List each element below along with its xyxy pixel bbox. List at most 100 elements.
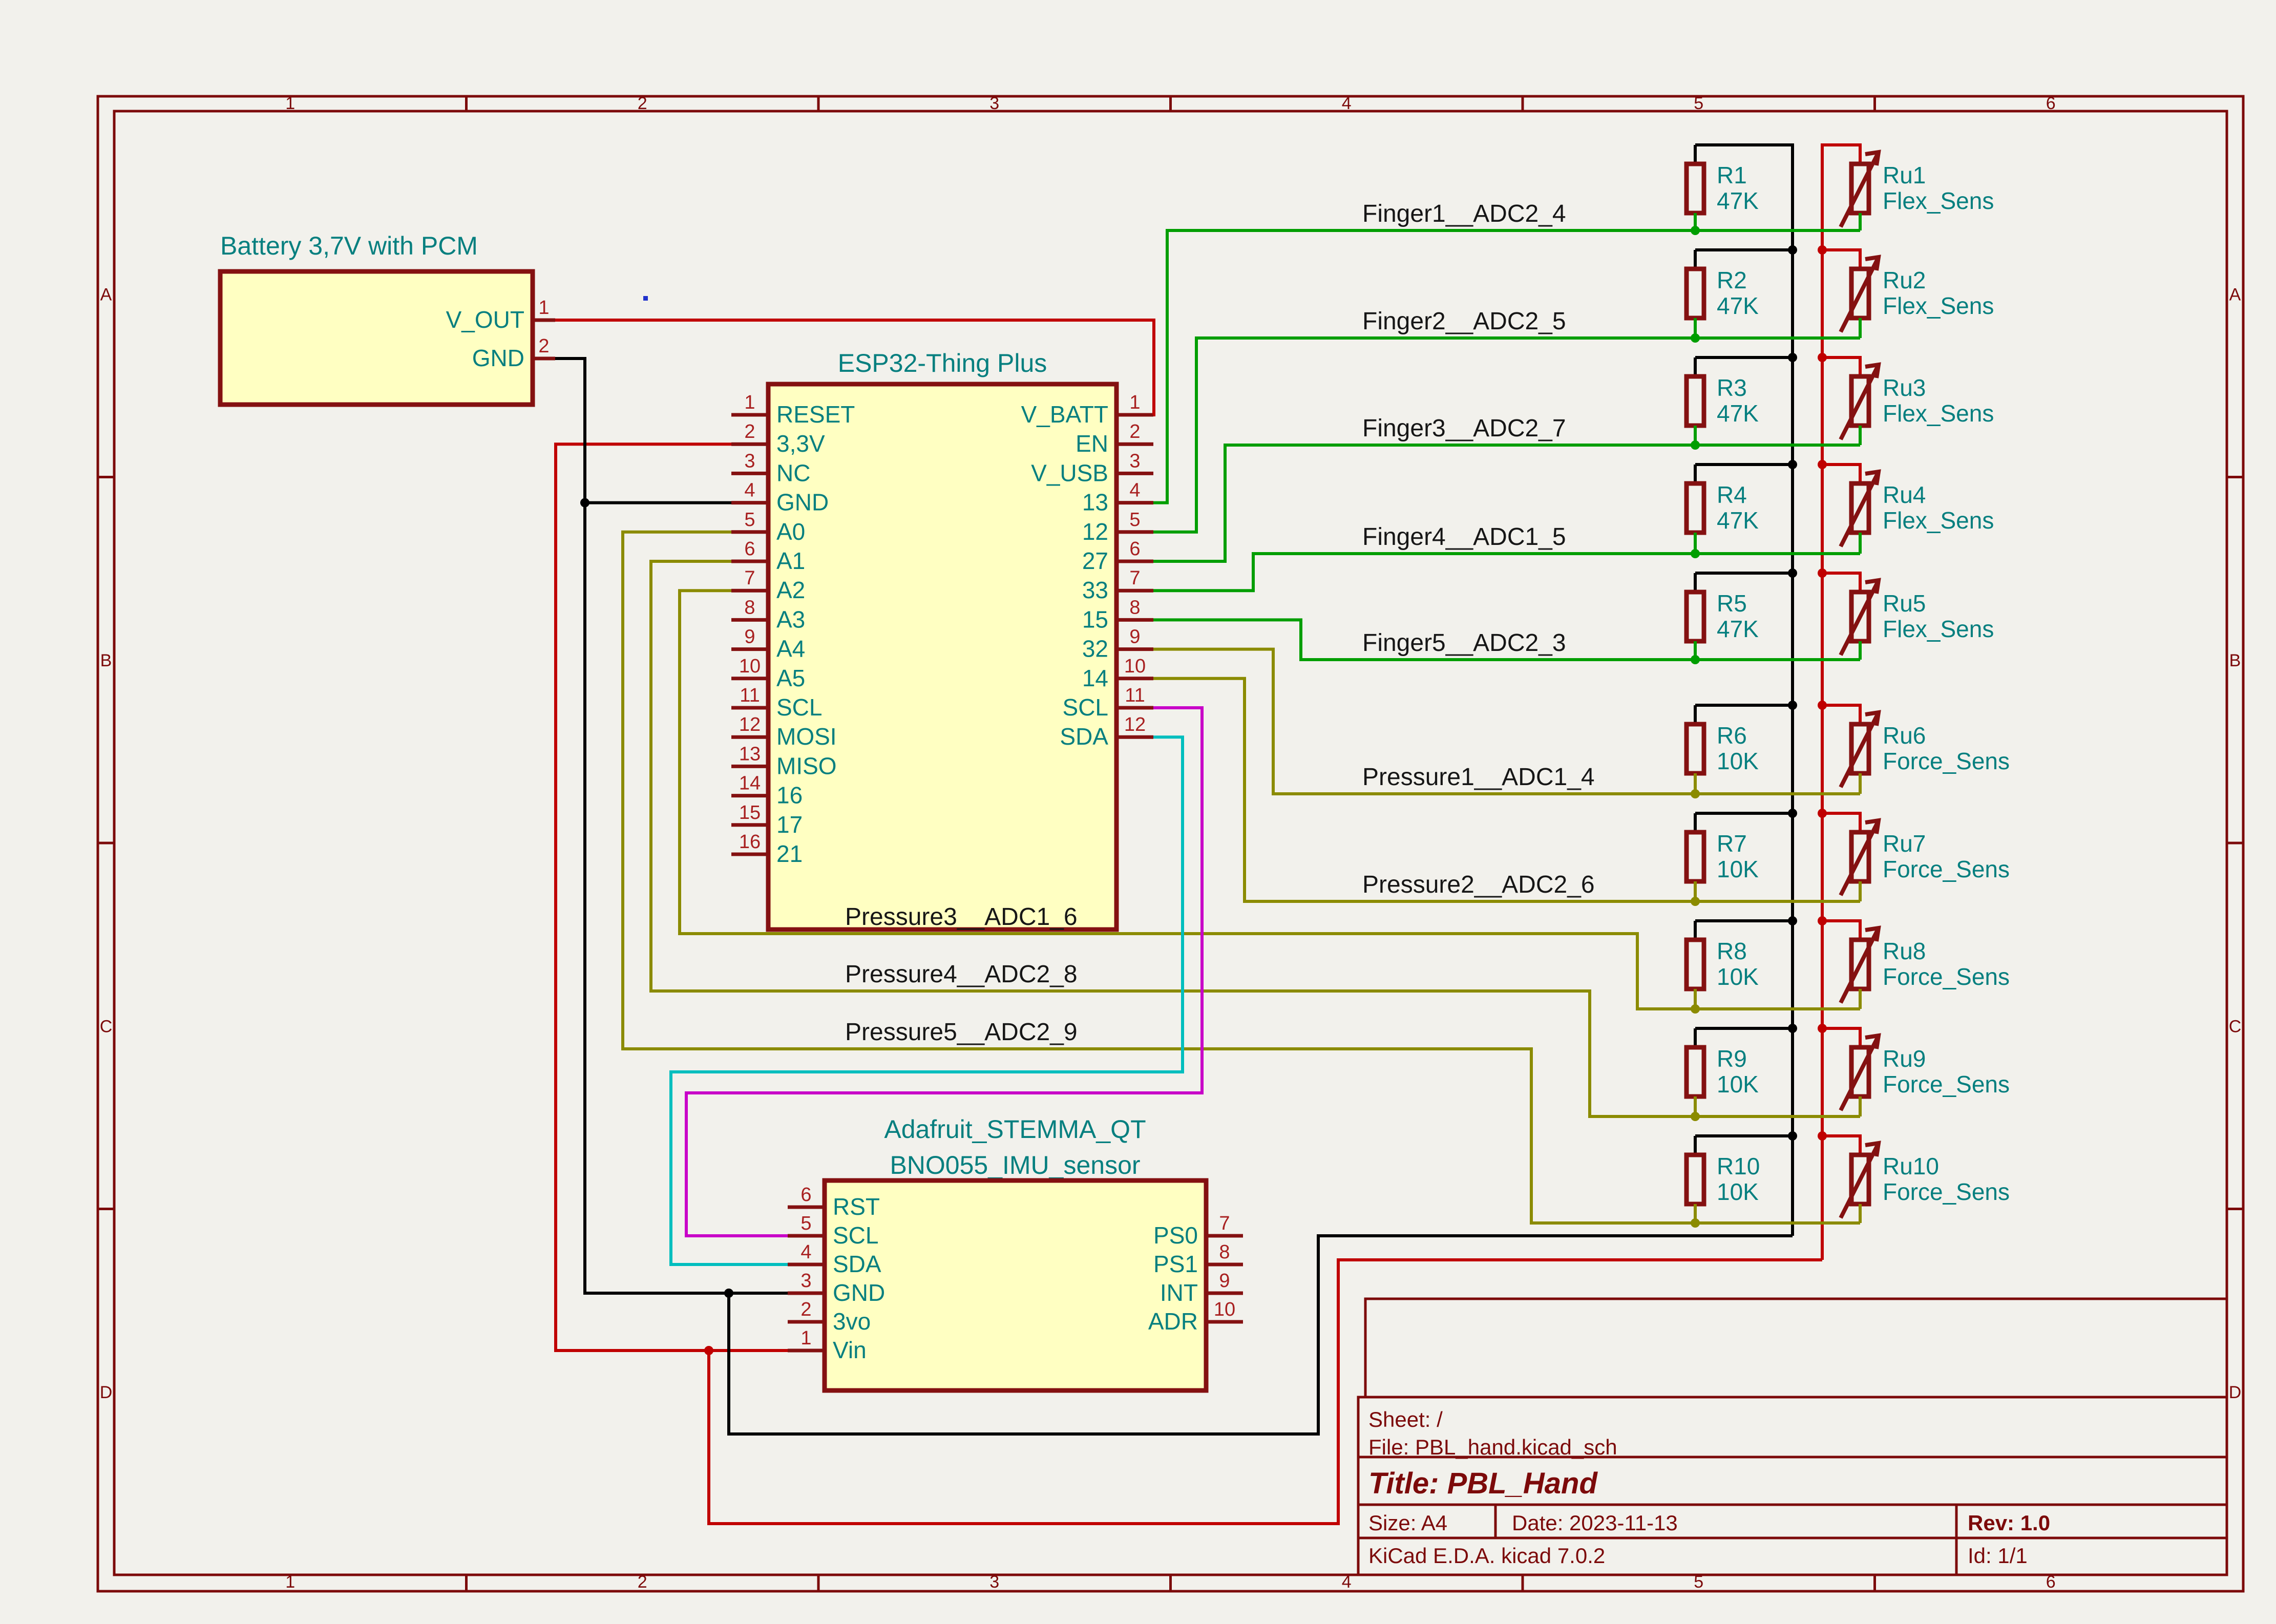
net-label-pressure4[interactable]: Pressure4__ADC2_8 xyxy=(845,961,1078,988)
junction-gnd-esp32 xyxy=(580,498,589,508)
wire-rutop-Ru6[interactable] xyxy=(1822,705,1860,724)
pin-number: 2 xyxy=(744,421,755,442)
component-battery[interactable]: Battery 3,7V with PCM1V_OUT2GND xyxy=(220,231,555,405)
pin-name: PS0 xyxy=(1153,1222,1198,1249)
wire-rutop-Ru10[interactable] xyxy=(1822,1136,1860,1155)
pin-name: 21 xyxy=(776,840,803,867)
pin-name: 14 xyxy=(1082,665,1108,691)
pin-name: 3,3V xyxy=(776,430,825,457)
net-label-pressure5[interactable]: Pressure5__ADC2_9 xyxy=(845,1019,1078,1046)
pin-number: 2 xyxy=(800,1299,811,1320)
sensor-ref: Ru4 xyxy=(1883,481,1926,508)
resistor-ref: R1 xyxy=(1717,162,1747,188)
resistor-body-R7[interactable] xyxy=(1687,832,1704,881)
component-esp32[interactable]: ESP32-Thing Plus1RESET23,3V3NC4GND5A06A1… xyxy=(731,349,1153,930)
wire-finger1-net[interactable] xyxy=(1153,230,1860,503)
net-label-finger2[interactable]: Finger2__ADC2_5 xyxy=(1362,308,1566,335)
ladder-row-R9[interactable]: R910KRu9Force_Sens xyxy=(1687,1024,2010,1121)
pin-name: 27 xyxy=(1082,547,1108,574)
junction-gnd-bus xyxy=(1788,460,1797,469)
pin-number: 4 xyxy=(800,1241,811,1263)
pin-name: 33 xyxy=(1082,577,1108,603)
ladder-row-R3[interactable]: R347KRu3Flex_Sens xyxy=(1687,353,1994,450)
ladder-row-R10[interactable]: R1010KRu10Force_Sens xyxy=(1687,1131,2010,1228)
sensor-ref: Ru8 xyxy=(1883,938,1926,964)
pin-number: 16 xyxy=(739,831,761,853)
pin-number: 5 xyxy=(744,509,755,531)
net-label-finger4[interactable]: Finger4__ADC1_5 xyxy=(1362,523,1566,551)
pin-name: A3 xyxy=(776,606,805,632)
resistor-value: 47K xyxy=(1717,400,1759,427)
pin-number: 7 xyxy=(744,567,755,589)
pin-name: A5 xyxy=(776,665,805,691)
wire-rutop-Ru9[interactable] xyxy=(1822,1028,1860,1047)
pin-number: 1 xyxy=(538,297,549,319)
pin-name: A2 xyxy=(776,577,805,603)
resistor-body-R8[interactable] xyxy=(1687,940,1704,989)
net-label-finger5[interactable]: Finger5__ADC2_3 xyxy=(1362,629,1566,657)
resistor-value: 47K xyxy=(1717,616,1759,642)
pin-number: 9 xyxy=(1219,1270,1230,1292)
net-label-pressure2[interactable]: Pressure2__ADC2_6 xyxy=(1362,871,1595,898)
pin-name: V_USB xyxy=(1031,459,1108,486)
net-label-pressure3[interactable]: Pressure3__ADC1_6 xyxy=(845,903,1078,931)
wire-rutop-Ru8[interactable] xyxy=(1822,921,1860,940)
ladder-row-R1[interactable]: R147KRu1Flex_Sens xyxy=(1687,145,1994,235)
net-label-pressure1[interactable]: Pressure1__ADC1_4 xyxy=(1362,764,1595,791)
ladder-row-R7[interactable]: R710KRu7Force_Sens xyxy=(1687,809,2010,906)
title-block-title: Title: PBL_Hand xyxy=(1368,1467,1598,1500)
sensor-ref: Ru1 xyxy=(1883,162,1926,188)
sensor-ref: Ru2 xyxy=(1883,267,1926,293)
pin-number: 11 xyxy=(1125,685,1145,706)
resistor-value: 47K xyxy=(1717,507,1759,534)
wire-rutop-Ru7[interactable] xyxy=(1822,813,1860,832)
title-block-sheet: Sheet: / xyxy=(1368,1407,1443,1431)
resistor-value: 10K xyxy=(1717,1071,1759,1098)
resistor-body-R2[interactable] xyxy=(1687,269,1704,318)
ladder-row-R5[interactable]: R547KRu5Flex_Sens xyxy=(1687,568,1994,664)
pin-number: 10 xyxy=(1124,656,1146,677)
resistor-ref: R9 xyxy=(1717,1045,1747,1072)
pin-name: 15 xyxy=(1082,606,1108,632)
resistor-ref: R10 xyxy=(1717,1153,1760,1179)
frame-row-label: C xyxy=(100,1017,113,1036)
wire-rutop-Ru1[interactable] xyxy=(1822,145,1860,164)
sensor-ref: Ru3 xyxy=(1883,374,1926,401)
frame-column-label: 2 xyxy=(638,1572,647,1592)
resistor-body-R3[interactable] xyxy=(1687,376,1704,426)
resistor-body-R9[interactable] xyxy=(1687,1047,1704,1096)
resistor-body-R4[interactable] xyxy=(1687,483,1704,533)
ladder-row-R8[interactable]: R810KRu8Force_Sens xyxy=(1687,916,2010,1014)
pin-name: ADR xyxy=(1148,1308,1198,1335)
resistor-body-R10[interactable] xyxy=(1687,1155,1704,1204)
pin-number: 10 xyxy=(739,656,761,677)
wire-rutop-Ru4[interactable] xyxy=(1822,465,1860,483)
net-label-finger3[interactable]: Finger3__ADC2_7 xyxy=(1362,415,1566,442)
wire-rutop-Ru5[interactable] xyxy=(1822,573,1860,592)
pin-name: RESET xyxy=(776,401,855,428)
wire-rutop-Ru3[interactable] xyxy=(1822,357,1860,376)
pin-name: 16 xyxy=(776,782,803,809)
sensor-value: Force_Sens xyxy=(1883,963,2010,990)
wire-rutop-Ru2[interactable] xyxy=(1822,250,1860,269)
pin-number: 7 xyxy=(1129,567,1140,589)
schematic-canvas[interactable]: 112233445566AABBCCDDSheet: /File: PBL_ha… xyxy=(0,0,2276,1624)
ladder-row-R6[interactable]: R610KRu6Force_Sens xyxy=(1687,701,2010,798)
pin-name: A4 xyxy=(776,636,805,662)
wire-vcc-bus[interactable] xyxy=(1822,145,1860,1260)
net-label-finger1[interactable]: Finger1__ADC2_4 xyxy=(1362,200,1566,227)
resistor-body-R6[interactable] xyxy=(1687,724,1704,773)
resistor-body-R5[interactable] xyxy=(1687,592,1704,641)
pin-name: INT xyxy=(1160,1279,1198,1306)
component-bno055[interactable]: Adafruit_STEMMA_QTBNO055_IMU_sensor6RST5… xyxy=(788,1115,1243,1390)
ladder-row-R4[interactable]: R447KRu4Flex_Sens xyxy=(1687,460,1994,558)
pin-number: 14 xyxy=(739,773,761,794)
resistor-body-R1[interactable] xyxy=(1687,164,1704,213)
bno055-title-line2: BNO055_IMU_sensor xyxy=(890,1151,1140,1179)
ladder-row-R2[interactable]: R247KRu2Flex_Sens xyxy=(1687,245,1994,343)
battery-body[interactable] xyxy=(220,271,533,405)
pin-number: 3 xyxy=(800,1270,811,1292)
pin-name: 32 xyxy=(1082,636,1108,662)
sensor-ref: Ru9 xyxy=(1883,1045,1926,1072)
frame-column-label: 1 xyxy=(285,1572,295,1592)
